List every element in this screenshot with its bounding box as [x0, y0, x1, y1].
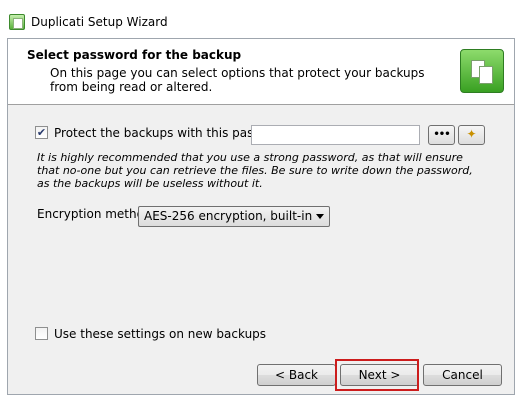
cancel-button[interactable]: Cancel: [423, 364, 502, 386]
encryption-method-select[interactable]: AES-256 encryption, built-in: [138, 206, 330, 227]
page-title: Select password for the backup: [27, 48, 242, 62]
generate-password-button[interactable]: ✦: [458, 125, 485, 145]
password-warning-text: It is highly recommended that you use a …: [37, 151, 473, 190]
show-password-button[interactable]: •••: [428, 125, 455, 145]
wizard-header: Select password for the backup On this p…: [8, 39, 514, 105]
duplicati-app-icon: [9, 14, 25, 30]
documents-icon: [460, 49, 504, 93]
back-button[interactable]: < Back: [257, 364, 336, 386]
next-button[interactable]: Next >: [340, 364, 419, 386]
magic-wand-icon: ✦: [466, 127, 477, 141]
encryption-method-value: AES-256 encryption, built-in: [144, 209, 313, 223]
dropdown-arrow-icon: [316, 214, 324, 219]
reuse-settings-checkbox[interactable]: [35, 327, 48, 340]
wizard-frame: Select password for the backup On this p…: [7, 38, 515, 395]
window-titlebar: Duplicati Setup Wizard: [0, 0, 522, 38]
protect-password-checkbox[interactable]: ✔: [35, 126, 48, 139]
encryption-method-label: Encryption method: [37, 207, 152, 221]
page-description: On this page you can select options that…: [50, 66, 425, 94]
reuse-settings-label[interactable]: Use these settings on new backups: [54, 327, 266, 341]
password-field[interactable]: [251, 125, 420, 145]
window-title: Duplicati Setup Wizard: [31, 15, 168, 29]
